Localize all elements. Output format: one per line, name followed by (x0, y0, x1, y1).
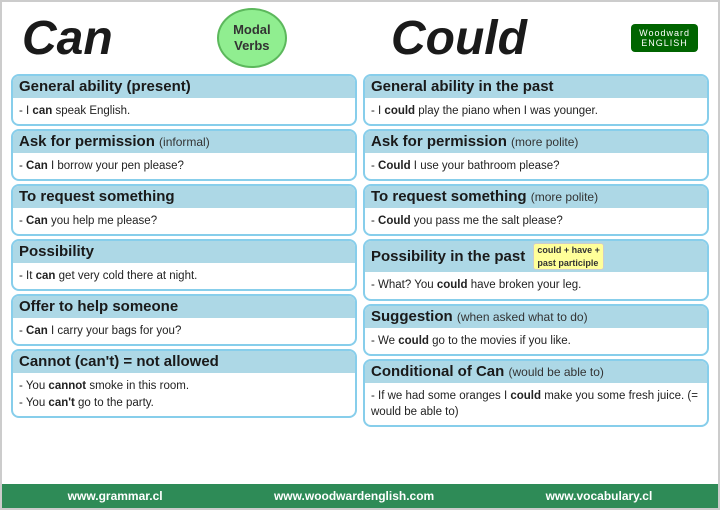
section-header-ask-permission: Ask for permission (informal) (13, 131, 355, 153)
section-offer-to-help: Offer to help someone - Can I carry your… (11, 294, 357, 346)
woodward-logo: Woodward ENGLISH (631, 24, 698, 52)
section-body: - I can speak English. (19, 101, 349, 121)
section-suggestion: Suggestion (when asked what to do) - We … (363, 304, 709, 356)
section-title: Offer to help someone (19, 298, 178, 315)
modal-verbs-badge: ModalVerbs (217, 8, 287, 68)
section-ask-permission-polite: Ask for permission (more polite) - Could… (363, 129, 709, 181)
section-header-to-request-polite: To request something (more polite) (365, 186, 707, 208)
section-body: - Could I use your bathroom please? (371, 156, 701, 176)
section-header-possibility: Possibility (13, 241, 355, 263)
section-title: To request something (more polite) (371, 188, 598, 205)
section-ask-permission-informal: Ask for permission (informal) - Can I bo… (11, 129, 357, 181)
section-title: General ability (present) (19, 78, 191, 95)
section-header-to-request: To request something (13, 186, 355, 208)
section-body: - Could you pass me the salt please? (371, 211, 701, 231)
section-header-general-ability-past: General ability in the past (365, 76, 707, 98)
section-body: - I could play the piano when I was youn… (371, 101, 701, 121)
section-to-request-something: To request something - Can you help me p… (11, 184, 357, 236)
section-body: - We could go to the movies if you like. (371, 331, 701, 351)
logo-sub: ENGLISH (639, 38, 690, 48)
section-body: - Can I borrow your pen please? (19, 156, 349, 176)
section-header-general-ability-present: General ability (present) (13, 76, 355, 98)
footer-link-vocabulary[interactable]: www.vocabulary.cl (546, 489, 653, 503)
logo-main: Woodward (639, 28, 690, 38)
section-title: General ability in the past (371, 78, 554, 95)
section-body: - Can I carry your bags for you? (19, 321, 349, 341)
section-title: Suggestion (when asked what to do) (371, 308, 588, 325)
section-title: Ask for permission (informal) (19, 133, 210, 150)
section-header-possibility-past: Possibility in the past could + have +pa… (365, 241, 707, 272)
section-conditional-of-can: Conditional of Can (would be able to) - … (363, 359, 709, 427)
section-title: Ask for permission (more polite) (371, 133, 578, 150)
section-header-suggestion: Suggestion (when asked what to do) (365, 306, 707, 328)
right-column: General ability in the past - I could pl… (360, 74, 712, 482)
section-title: To request something (19, 188, 175, 205)
section-cannot: Cannot (can't) = not allowed - You canno… (11, 349, 357, 417)
past-participle-badge: could + have +past participle (533, 243, 604, 270)
section-body: - If we had some oranges I could make yo… (371, 386, 701, 422)
section-header-conditional: Conditional of Can (would be able to) (365, 361, 707, 383)
section-header-offer-to-help: Offer to help someone (13, 296, 355, 318)
section-possibility-past: Possibility in the past could + have +pa… (363, 239, 709, 300)
section-general-ability-present: General ability (present) - I can speak … (11, 74, 357, 126)
section-title: Possibility in the past could + have +pa… (371, 248, 604, 265)
section-to-request-something-polite: To request something (more polite) - Cou… (363, 184, 709, 236)
section-title: Possibility (19, 243, 94, 260)
section-body: - What? You could have broken your leg. (371, 275, 701, 295)
section-header-ask-permission-polite: Ask for permission (more polite) (365, 131, 707, 153)
main-container: Can ModalVerbs Could Woodward ENGLISH Ge… (0, 0, 720, 510)
section-general-ability-past: General ability in the past - I could pl… (363, 74, 709, 126)
content-area: General ability (present) - I can speak … (2, 72, 718, 482)
could-title: Could (391, 11, 527, 66)
section-title: Conditional of Can (would be able to) (371, 363, 604, 380)
left-column: General ability (present) - I can speak … (8, 74, 360, 482)
footer: www.grammar.cl www.woodwardenglish.com w… (2, 484, 718, 508)
footer-link-woodward[interactable]: www.woodwardenglish.com (274, 489, 434, 503)
section-body: - You cannot smoke in this room.- You ca… (19, 376, 349, 412)
section-body: - Can you help me please? (19, 211, 349, 231)
section-body: - It can get very cold there at night. (19, 266, 349, 286)
section-possibility: Possibility - It can get very cold there… (11, 239, 357, 291)
can-title: Can (22, 11, 113, 66)
header: Can ModalVerbs Could Woodward ENGLISH (2, 2, 718, 72)
section-header-cannot: Cannot (can't) = not allowed (13, 351, 355, 373)
section-title: Cannot (can't) = not allowed (19, 353, 219, 370)
modal-verbs-text: ModalVerbs (233, 22, 271, 53)
footer-link-grammar[interactable]: www.grammar.cl (68, 489, 163, 503)
